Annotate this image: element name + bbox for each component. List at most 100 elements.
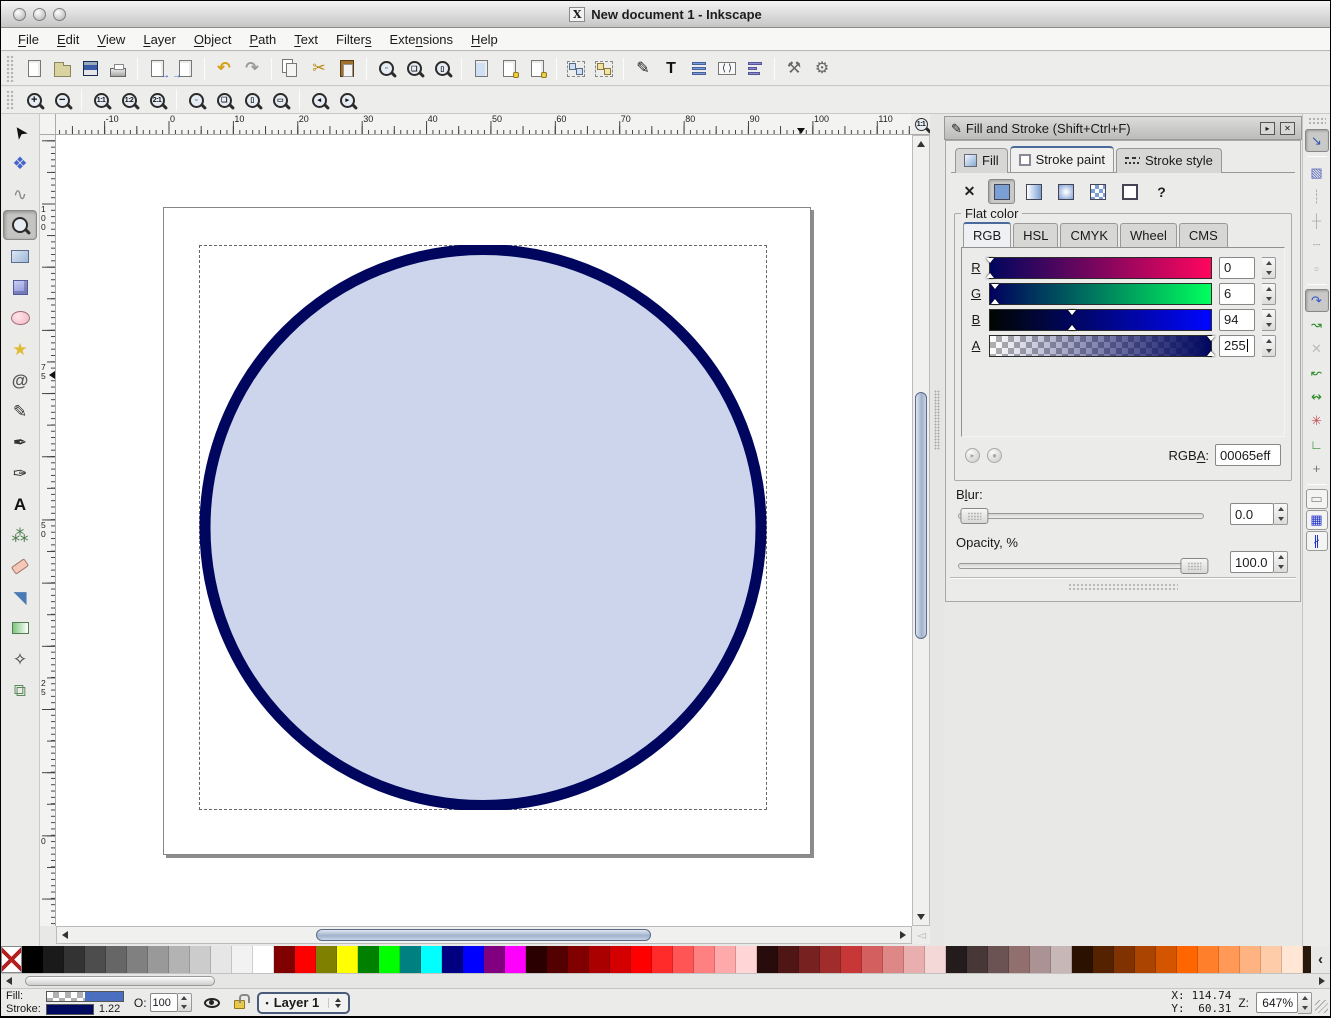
zoom-in-button[interactable]: + <box>20 87 48 113</box>
tab-fill[interactable]: Fill <box>955 148 1008 173</box>
zoom-to-selection-button[interactable]: ▫ <box>372 56 400 82</box>
palette-swatch[interactable] <box>85 946 106 973</box>
palette-swatch[interactable] <box>967 946 988 973</box>
channel-slider-a[interactable] <box>989 335 1212 357</box>
palette-swatch[interactable] <box>736 946 757 973</box>
opacity-slider[interactable] <box>958 557 1204 575</box>
palette-swatch[interactable] <box>1156 946 1177 973</box>
layers-dialog-button[interactable] <box>685 56 713 82</box>
node-tool[interactable]: ❖ <box>3 148 37 178</box>
snap-path-intersections-button[interactable]: ✕ <box>1305 337 1329 360</box>
scroll-down-arrow[interactable] <box>914 910 928 924</box>
paint-swatch-button[interactable] <box>1116 179 1143 204</box>
create-clone-button[interactable] <box>495 56 523 82</box>
cut-button[interactable]: ✂ <box>305 56 333 82</box>
paint-flat-button[interactable] <box>988 179 1015 204</box>
snap-smooth-nodes-button[interactable]: ↭ <box>1305 385 1329 408</box>
paint-pattern-button[interactable] <box>1084 179 1111 204</box>
palette-swatch[interactable] <box>106 946 127 973</box>
dropper-tool[interactable]: ✧ <box>3 644 37 674</box>
xml-editor-button[interactable]: ⟨⟩ <box>713 56 741 82</box>
ungroup-objects-button[interactable] <box>590 56 618 82</box>
menu-edit[interactable]: Edit <box>48 29 88 50</box>
palette-swatch[interactable] <box>127 946 148 973</box>
toolbar-drag-handle[interactable] <box>6 55 15 81</box>
palette-swatch[interactable] <box>253 946 274 973</box>
palette-swatch[interactable] <box>22 946 43 973</box>
spin-arrows[interactable] <box>178 993 192 1012</box>
palette-swatch[interactable] <box>316 946 337 973</box>
fill-swatch[interactable] <box>46 991 124 1002</box>
palette-swatch[interactable] <box>631 946 652 973</box>
palette-swatch[interactable] <box>1219 946 1240 973</box>
zoom-to-page-button[interactable]: ▯ <box>428 56 456 82</box>
snap-page-border-button[interactable]: ▭ <box>1306 489 1328 509</box>
palette-swatch[interactable] <box>64 946 85 973</box>
ellipse-object[interactable] <box>199 245 767 810</box>
snap-toggle-button[interactable]: ↘ <box>1305 129 1329 152</box>
zoom-2-1-button[interactable]: 2:1 <box>143 87 171 113</box>
color-tab-cmyk[interactable]: CMYK <box>1060 223 1118 247</box>
palette-scrollbar[interactable] <box>1 973 1330 988</box>
tab-stroke-paint[interactable]: Stroke paint <box>1010 146 1114 172</box>
pen-tool[interactable]: ✒ <box>3 427 37 457</box>
palette-swatch[interactable] <box>862 946 883 973</box>
text-tool[interactable]: A <box>3 489 37 519</box>
snap-bbox-edge-midpoints-button[interactable]: ┄ <box>1305 233 1329 256</box>
channel-slider-g[interactable] <box>989 283 1212 305</box>
ellipse-tool[interactable] <box>3 303 37 333</box>
zoom-out-button[interactable]: − <box>48 87 76 113</box>
palette-swatch[interactable] <box>568 946 589 973</box>
document-properties-button[interactable]: ⚙ <box>808 56 836 82</box>
paint-unknown-button[interactable]: ? <box>1148 179 1175 204</box>
palette-swatch[interactable] <box>463 946 484 973</box>
color-picker-button[interactable]: ▸ <box>965 448 980 463</box>
color-tab-cms[interactable]: CMS <box>1179 223 1228 247</box>
spin-arrows[interactable] <box>1262 309 1276 331</box>
palette-swatch-none[interactable] <box>1 946 22 973</box>
vertical-scroll-thumb[interactable] <box>915 392 927 639</box>
connector-tool[interactable]: ⧉ <box>3 675 37 705</box>
palette-swatch[interactable] <box>1261 946 1282 973</box>
snap-line-midpoints-button[interactable]: ✳ <box>1305 409 1329 432</box>
color-tab-hsl[interactable]: HSL <box>1013 223 1058 247</box>
zoom-page-width-button[interactable]: ▭ <box>266 87 294 113</box>
snap-bbox-edges-button[interactable]: ┊ <box>1305 185 1329 208</box>
paint-none-button[interactable]: ✕ <box>956 179 983 204</box>
palette-swatch[interactable] <box>1072 946 1093 973</box>
palette-swatch[interactable] <box>610 946 631 973</box>
panel-resize-grip[interactable] <box>1068 583 1178 591</box>
palette-swatch[interactable] <box>1030 946 1051 973</box>
palette-swatch[interactable] <box>505 946 526 973</box>
rgba-input[interactable]: 00065eff <box>1215 444 1281 466</box>
selector-tool[interactable]: ➤ <box>3 117 37 147</box>
palette-swatch[interactable] <box>274 946 295 973</box>
palette-swatch[interactable] <box>547 946 568 973</box>
pencil-tool[interactable]: ✎ <box>3 396 37 426</box>
palette-swatch[interactable] <box>589 946 610 973</box>
snap-guides-button[interactable]: ∦ <box>1306 531 1328 551</box>
palette-swatch[interactable] <box>295 946 316 973</box>
zoom-1-2-button[interactable]: 1:2 <box>115 87 143 113</box>
palette-swatch[interactable] <box>148 946 169 973</box>
snap-cusp-nodes-button[interactable]: ↜ <box>1305 361 1329 384</box>
star-tool[interactable]: ★ <box>3 334 37 364</box>
spin-arrows[interactable] <box>1262 257 1276 279</box>
palette-scroll-button[interactable]: ‹ <box>1311 946 1330 973</box>
zoom-page-button[interactable]: ▯ <box>238 87 266 113</box>
zoom-previous-button[interactable]: ◂ <box>305 87 333 113</box>
blur-slider[interactable] <box>958 507 1204 525</box>
opacity-input[interactable]: 100.0 <box>1230 551 1274 573</box>
fill-stroke-dialog-button[interactable]: ✎ <box>629 56 657 82</box>
palette-swatch[interactable] <box>883 946 904 973</box>
import-bitmap-button[interactable]: → <box>143 56 171 82</box>
unlink-clone-button[interactable] <box>523 56 551 82</box>
spin-arrows[interactable] <box>1274 551 1288 573</box>
palette-swatch[interactable] <box>337 946 358 973</box>
palette-swatch[interactable] <box>757 946 778 973</box>
palette-swatch[interactable] <box>673 946 694 973</box>
palette-swatch[interactable] <box>946 946 967 973</box>
snap-rotation-centers-button[interactable]: + <box>1305 457 1329 480</box>
object-opacity-input[interactable]: 100 <box>150 993 178 1012</box>
paint-radial-gradient-button[interactable] <box>1052 179 1079 204</box>
